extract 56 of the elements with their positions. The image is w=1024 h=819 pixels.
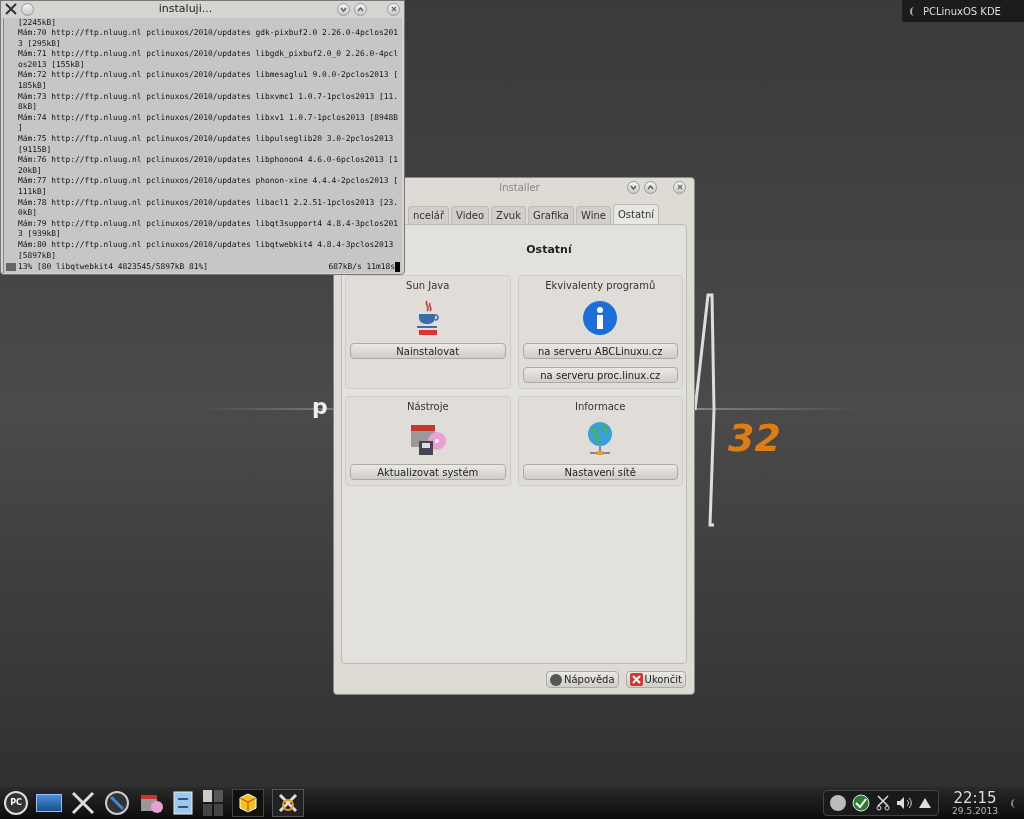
up-arrow-icon[interactable]	[918, 797, 932, 809]
close-icon	[629, 673, 643, 686]
group-title: Sun Java	[406, 278, 450, 293]
tab[interactable]: Grafika	[527, 206, 574, 224]
group-title: Nástroje	[406, 399, 449, 414]
cabinet-icon[interactable]	[172, 790, 194, 816]
tools-icon[interactable]	[5, 3, 17, 16]
close-button[interactable]	[387, 2, 400, 16]
clock-time: 22:15	[953, 790, 997, 806]
tab[interactable]: Zvuk	[491, 206, 526, 224]
wallpaper-number: 32	[728, 415, 781, 462]
close-icon	[390, 6, 397, 13]
maximize-button[interactable]	[644, 180, 657, 194]
start-button[interactable]: PC	[4, 791, 28, 815]
pager-icon[interactable]	[202, 789, 224, 817]
cube-icon	[238, 793, 258, 813]
desktop-icon[interactable]	[36, 794, 62, 812]
speaker-icon[interactable]	[896, 796, 912, 810]
scissors-icon[interactable]	[876, 795, 890, 811]
tab[interactable]: Wine	[576, 206, 611, 224]
panel-heading: Ostatní	[525, 242, 572, 258]
clock-date: 29.5.2013	[952, 806, 998, 816]
panel-label[interactable]: PCLinuxOS KDE	[923, 3, 1001, 19]
task-button[interactable]	[232, 789, 264, 817]
action-button[interactable]: Aktualizovat systém	[350, 463, 506, 480]
progress-icon	[6, 263, 16, 272]
footer-button[interactable]: Ukončit	[625, 671, 686, 688]
tab[interactable]: Video	[451, 206, 490, 224]
maximize-button[interactable]	[354, 2, 367, 16]
group-title: Informace	[575, 399, 626, 414]
tab[interactable]: Ostatní	[612, 204, 660, 224]
chevron-down-icon	[630, 184, 637, 190]
action-button[interactable]: na serveru proc.linux.cz	[522, 366, 678, 383]
tab[interactable]: ncelář	[408, 206, 449, 224]
window-title: instaluji...	[157, 1, 214, 17]
action-button[interactable]: Nainstalovat	[350, 342, 506, 359]
minimize-button[interactable]	[337, 2, 350, 16]
cursor	[395, 262, 400, 273]
group-title: Ekvivalenty programů	[545, 278, 656, 293]
close-button[interactable]	[673, 180, 686, 194]
checkmark-icon[interactable]	[852, 794, 870, 812]
gauge-icon[interactable]	[104, 790, 130, 816]
tools-icon	[278, 793, 298, 813]
window-title: Installer	[499, 180, 540, 195]
chevron-up-icon	[357, 6, 364, 12]
task-button[interactable]	[272, 789, 304, 817]
chevron-up-icon	[647, 184, 654, 190]
globe-network-icon	[586, 420, 615, 457]
footer-button[interactable]: Nápověda	[545, 671, 619, 688]
minimize-button[interactable]	[627, 180, 640, 194]
action-button[interactable]: na serveru ABCLinuxu.cz	[522, 342, 678, 359]
action-button[interactable]: Nastavení sítě	[522, 463, 678, 480]
coffee-cup-icon	[414, 298, 441, 337]
close-icon	[676, 184, 683, 190]
chevron-down-icon	[340, 6, 347, 12]
wallpaper-letter: p	[312, 393, 328, 421]
